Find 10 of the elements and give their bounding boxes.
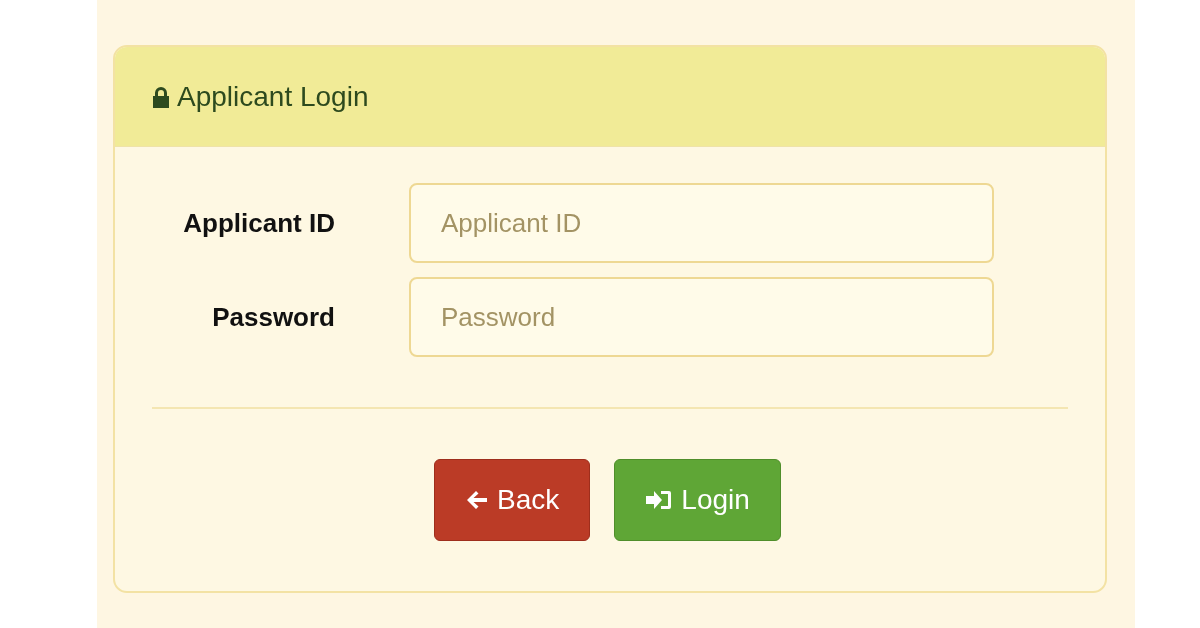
field-label: Applicant ID	[182, 206, 336, 240]
input-field[interactable]: Applicant ID	[409, 183, 994, 263]
back-button[interactable]: Back	[434, 459, 591, 541]
sign-in-icon	[645, 489, 674, 511]
input-field[interactable]: Password	[409, 277, 994, 357]
lock-icon	[151, 85, 171, 108]
field-label: Password	[211, 300, 336, 334]
login-button[interactable]: Login	[614, 459, 781, 541]
arrow-left-icon	[465, 489, 490, 511]
panel-title: Applicant Login	[177, 79, 369, 114]
